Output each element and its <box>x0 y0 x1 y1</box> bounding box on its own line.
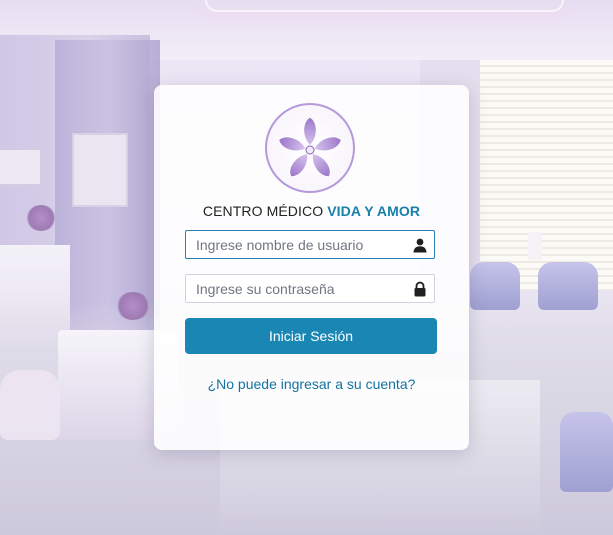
floor-lamp <box>528 232 542 260</box>
wall-frame <box>72 133 128 207</box>
password-input[interactable] <box>186 275 406 302</box>
brand-name-accent: VIDA Y AMOR <box>327 203 421 219</box>
waiting-chair <box>538 262 598 310</box>
lock-icon <box>414 281 426 297</box>
brand-name: CENTRO MÉDICO VIDA Y AMOR <box>154 203 469 219</box>
password-field <box>185 274 435 303</box>
waiting-chair <box>470 262 520 310</box>
chair <box>0 370 60 440</box>
waiting-chair <box>560 412 613 492</box>
forgot-account-link[interactable]: ¿No puede ingresar a su cuenta? <box>154 376 469 392</box>
user-icon <box>413 238 427 253</box>
plant <box>25 205 57 231</box>
login-card: CENTRO MÉDICO VIDA Y AMOR Iniciar Sesión… <box>154 85 469 450</box>
wall-shelf <box>0 150 40 187</box>
username-field <box>185 230 435 259</box>
login-button[interactable]: Iniciar Sesión <box>185 318 437 354</box>
ceiling-light <box>205 0 564 12</box>
username-input[interactable] <box>186 231 406 258</box>
orchid-flower-icon <box>265 103 355 193</box>
brand-name-prefix: CENTRO MÉDICO <box>202 203 324 219</box>
plant <box>115 292 151 320</box>
